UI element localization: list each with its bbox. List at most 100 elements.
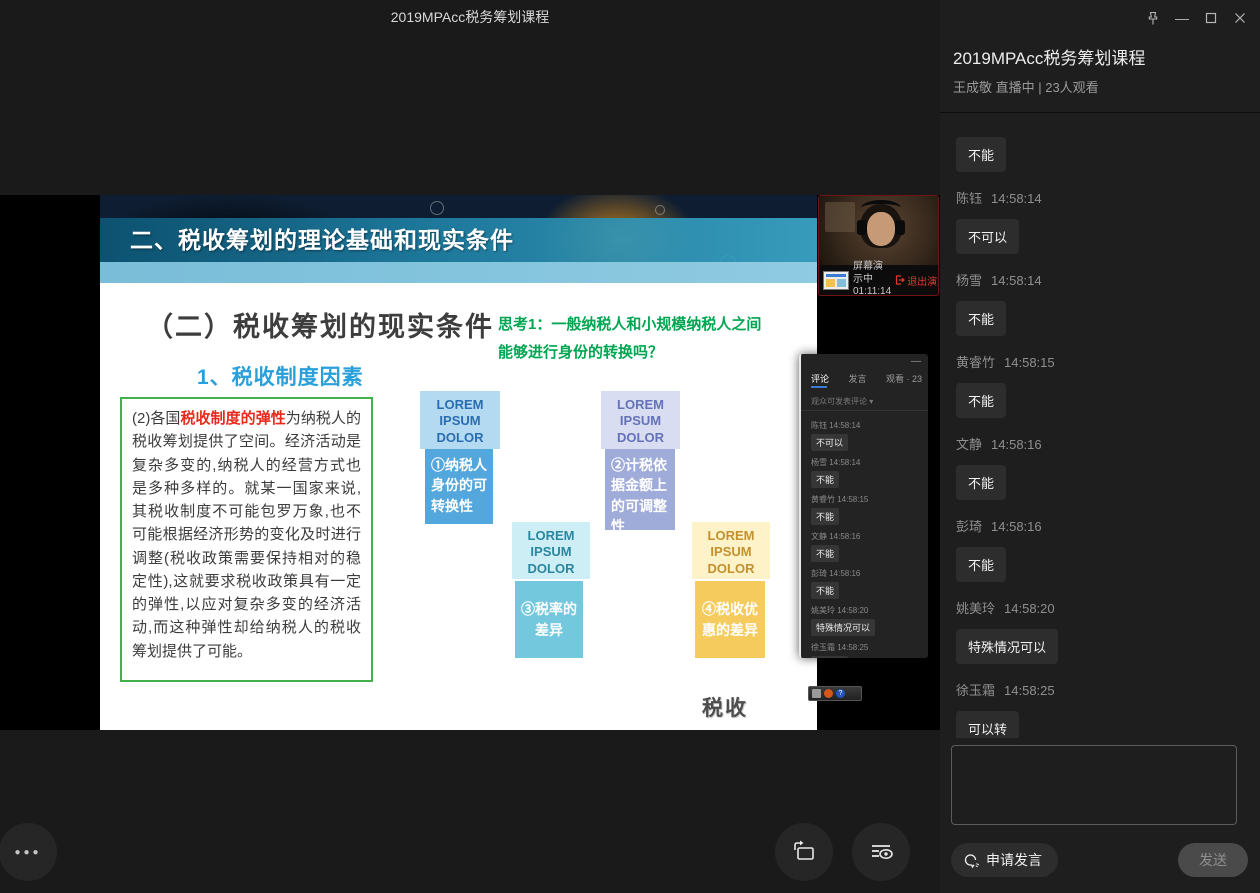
thumbnail-content — [826, 274, 846, 277]
tab-speak: 发言 — [848, 372, 866, 385]
block3-label: ③税率的差异 — [515, 581, 583, 658]
chat-input[interactable] — [951, 745, 1237, 825]
panel-message: 杨雪 14:58:14 不能 — [811, 457, 924, 488]
request-speak-label: 申请发言 — [986, 850, 1042, 870]
sender-name: 彭琦 — [956, 519, 982, 534]
slide-footer-word: 税收 — [702, 692, 748, 722]
timestamp: 14:58:20 — [1004, 601, 1055, 616]
timestamp: 14:58:16 — [991, 519, 1042, 534]
panel-message: 黄睿竹 14:58:15 不能 — [811, 494, 924, 525]
pin-button[interactable] — [1145, 10, 1161, 26]
close-button[interactable] — [1232, 10, 1248, 26]
screen-recorder-mini-toolbar: ? — [808, 686, 862, 701]
paragraph-highlight: 税收制度的弹性 — [180, 410, 285, 427]
sender-name: 文静 — [956, 437, 982, 452]
live-course-window: 2019MPAcc税务筹划课程 二、税收筹划的理论基础和现实条件 （二）税收筹划… — [0, 0, 1260, 893]
slide-hero-banner: 二、税收筹划的理论基础和现实条件 — [100, 195, 817, 283]
exit-label: 退出演示 — [907, 273, 939, 288]
block1-header: LOREM IPSUM DOLOR — [420, 391, 500, 449]
chat-message-list[interactable]: 不能 陈钰14:58:14 不可以 杨雪14:58:14 不能 黄睿竹14:58… — [956, 113, 1246, 738]
maximize-button[interactable] — [1203, 10, 1219, 26]
block4-header: LOREM IPSUM DOLOR — [692, 522, 770, 579]
help-icon: ? — [836, 689, 845, 698]
paragraph-post: 为纳税人的税收筹划提供了空间。经济活动是复杂多变的,纳税人的经营方式也是多种多样… — [132, 410, 361, 660]
send-label: 发送 — [1199, 850, 1227, 870]
panel-message: 姚美玲 14:58:20 特殊情况可以 — [811, 605, 924, 636]
request-speak-button[interactable]: 申请发言 — [951, 843, 1058, 877]
slide-subsection-title: 1、税收制度因素 — [197, 361, 364, 391]
chat-message: 姚美玲14:58:20 特殊情况可以 — [956, 598, 1246, 664]
toggle-chat-visibility-button[interactable] — [852, 823, 910, 881]
thumbnail-content — [837, 279, 846, 287]
course-title: 2019MPAcc税务筹划课程 — [953, 44, 1145, 69]
hero-network-dot — [655, 205, 665, 215]
speak-icon — [963, 852, 980, 869]
list-eye-icon — [865, 836, 897, 868]
sender-name: 徐玉霜 — [956, 683, 995, 698]
hero-lightblue-strip — [100, 262, 817, 283]
panel-tabs: 评论 发言 观看 · 23 — [811, 372, 922, 385]
hero-network-dot — [430, 201, 444, 215]
screen-share-thumbnail — [823, 271, 849, 290]
panel-minimize-icon: — — [911, 356, 921, 367]
exit-presentation-button[interactable]: 退出演示 — [895, 273, 939, 288]
panel-divider — [801, 410, 928, 411]
panel-message: 文静 14:58:16 不能 — [811, 531, 924, 562]
chat-message: 彭琦14:58:16 不能 — [956, 516, 1246, 582]
screen-share-status-bar: 屏幕演示中 01:11:14 退出演示 — [819, 265, 938, 295]
panel-message: 彭琦 14:58:16 不能 — [811, 568, 924, 599]
more-options-button[interactable]: ●●● — [0, 823, 57, 881]
ellipsis-icon: ●●● — [14, 847, 41, 858]
stage-area: 2019MPAcc税务筹划课程 二、税收筹划的理论基础和现实条件 （二）税收筹划… — [0, 0, 940, 893]
maximize-icon — [1205, 12, 1217, 24]
sender-name: 姚美玲 — [956, 601, 995, 616]
pin-icon — [1146, 11, 1160, 26]
webcam-feed — [819, 196, 938, 265]
sender-name: 黄睿竹 — [956, 355, 995, 370]
chat-sidebar: — 2019MPAcc税务筹划课程 王成敬 直播中 | 23人观看 不能 陈钰1… — [940, 0, 1260, 893]
timestamp: 14:58:25 — [1004, 683, 1055, 698]
active-tab-underline — [811, 386, 827, 388]
headphone-cup-left — [857, 220, 867, 235]
send-button[interactable]: 发送 — [1178, 843, 1248, 877]
timestamp: 14:58:16 — [991, 437, 1042, 452]
tab-viewers: 观看 · 23 — [886, 372, 922, 385]
headphone-cup-right — [895, 220, 905, 235]
slide-paragraph-box: (2)各国税收制度的弹性为纳税人的税收筹划提供了空间。经济活动是复杂多变的,纳税… — [120, 397, 373, 682]
thumbnail-content — [826, 279, 835, 287]
shared-screen-comment-panel: — 评论 发言 观看 · 23 观众可发表评论 ▾ 陈钰 14:58:14 不可… — [799, 354, 928, 658]
camera-icon — [812, 689, 821, 698]
slide-think-question: 思考1：一般纳税人和小规模纳税人之间 能够进行身份的转换吗？ — [498, 311, 810, 367]
slide-section-title: （二）税收筹划的现实条件 — [146, 305, 494, 344]
chat-message: 陈钰14:58:14 不可以 — [956, 188, 1246, 254]
chat-message: 徐玉霜14:58:25 可以转 — [956, 680, 1246, 738]
tab-comments: 评论 — [811, 372, 829, 385]
presentation-slide: 二、税收筹划的理论基础和现实条件 （二）税收筹划的现实条件 思考1：一般纳税人和… — [100, 195, 817, 730]
share-status-label: 屏幕演示中 — [853, 261, 891, 286]
stage-title: 2019MPAcc税务筹划课程 — [0, 7, 940, 27]
live-status-line: 王成敬 直播中 | 23人观看 — [953, 77, 1099, 96]
paragraph-pre: (2)各国 — [132, 410, 180, 427]
switch-screen-button[interactable] — [775, 823, 833, 881]
panel-message-list: 陈钰 14:58:14 不可以 杨雪 14:58:14 不能 黄睿竹 14:58… — [811, 414, 924, 658]
block3-header: LOREM IPSUM DOLOR — [512, 522, 590, 579]
recorder-app-icon — [824, 689, 833, 698]
presenter-face — [867, 212, 895, 246]
slide-banner-title: 二、税收筹划的理论基础和现实条件 — [130, 218, 514, 262]
sender-name: 杨雪 — [956, 273, 982, 288]
close-icon — [1234, 12, 1246, 24]
presenter-video-widget: 屏幕演示中 01:11:14 退出演示 — [818, 195, 939, 296]
timestamp: 14:58:15 — [1004, 355, 1055, 370]
window-controls: — — [1145, 10, 1248, 26]
timestamp: 14:58:14 — [991, 273, 1042, 288]
headphones-icon — [861, 200, 901, 216]
minimize-button[interactable]: — — [1174, 10, 1190, 26]
exit-icon — [895, 275, 905, 285]
screen-switch-icon — [789, 837, 819, 867]
block2-label: ②计税依据金额上的可调整性 — [605, 449, 675, 530]
chat-message: 文静14:58:16 不能 — [956, 434, 1246, 500]
timestamp: 14:58:14 — [991, 191, 1042, 206]
sender-name: 陈钰 — [956, 191, 982, 206]
block2-header: LOREM IPSUM DOLOR — [601, 391, 680, 449]
block1-label: ①纳税人身份的可转换性 — [425, 449, 493, 524]
